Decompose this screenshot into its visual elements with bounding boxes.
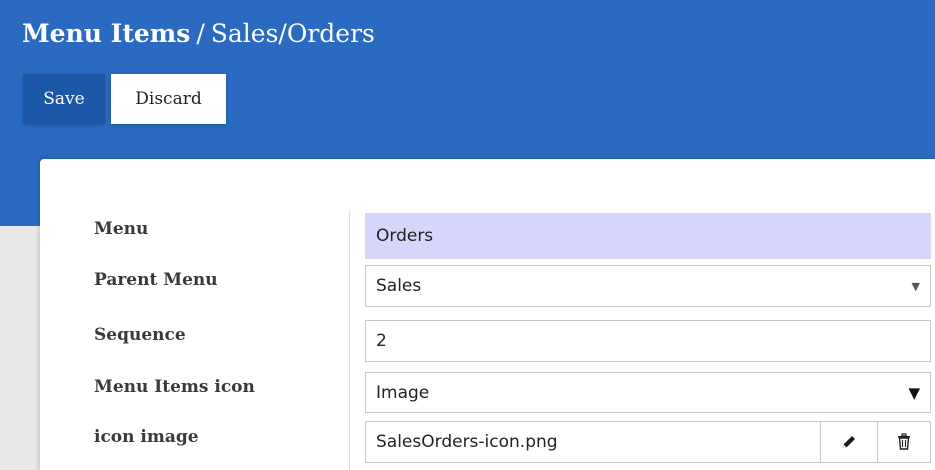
sequence-value: 2 <box>376 331 387 351</box>
caret-down-icon[interactable]: ▼ <box>912 280 920 293</box>
parent-menu-select[interactable]: Sales ▼ <box>365 265 931 307</box>
parent-menu-label: Parent Menu <box>94 270 218 290</box>
breadcrumb-root[interactable]: Menu Items <box>22 19 190 48</box>
save-button[interactable]: Save <box>23 74 105 124</box>
trash-icon <box>898 433 910 450</box>
icon-image-field[interactable]: SalesOrders-icon.png <box>365 421 931 463</box>
parent-menu-value: Sales <box>376 276 422 296</box>
menu-value: Orders <box>376 226 434 246</box>
menu-label: Menu <box>94 219 149 239</box>
breadcrumb: Menu Items / Sales/Orders <box>22 19 375 48</box>
breadcrumb-separator: / <box>196 19 205 48</box>
breadcrumb-current: Sales/Orders <box>210 19 375 48</box>
edit-image-button[interactable] <box>820 422 877 462</box>
menu-items-icon-label: Menu Items icon <box>94 377 255 397</box>
discard-button[interactable]: Discard <box>111 74 226 124</box>
menu-field[interactable]: Orders <box>365 213 931 259</box>
menu-items-icon-value: Image <box>376 382 430 403</box>
sequence-label: Sequence <box>94 325 186 345</box>
form-divider <box>349 211 350 470</box>
delete-image-button[interactable] <box>877 422 930 462</box>
pencil-icon <box>843 436 855 448</box>
icon-image-filename: SalesOrders-icon.png <box>376 432 558 452</box>
menu-items-icon-select[interactable]: Image ▼ <box>365 372 931 413</box>
icon-image-label: icon image <box>94 427 199 447</box>
sequence-input[interactable]: 2 <box>365 320 931 362</box>
triangle-down-icon[interactable]: ▼ <box>908 384 920 402</box>
